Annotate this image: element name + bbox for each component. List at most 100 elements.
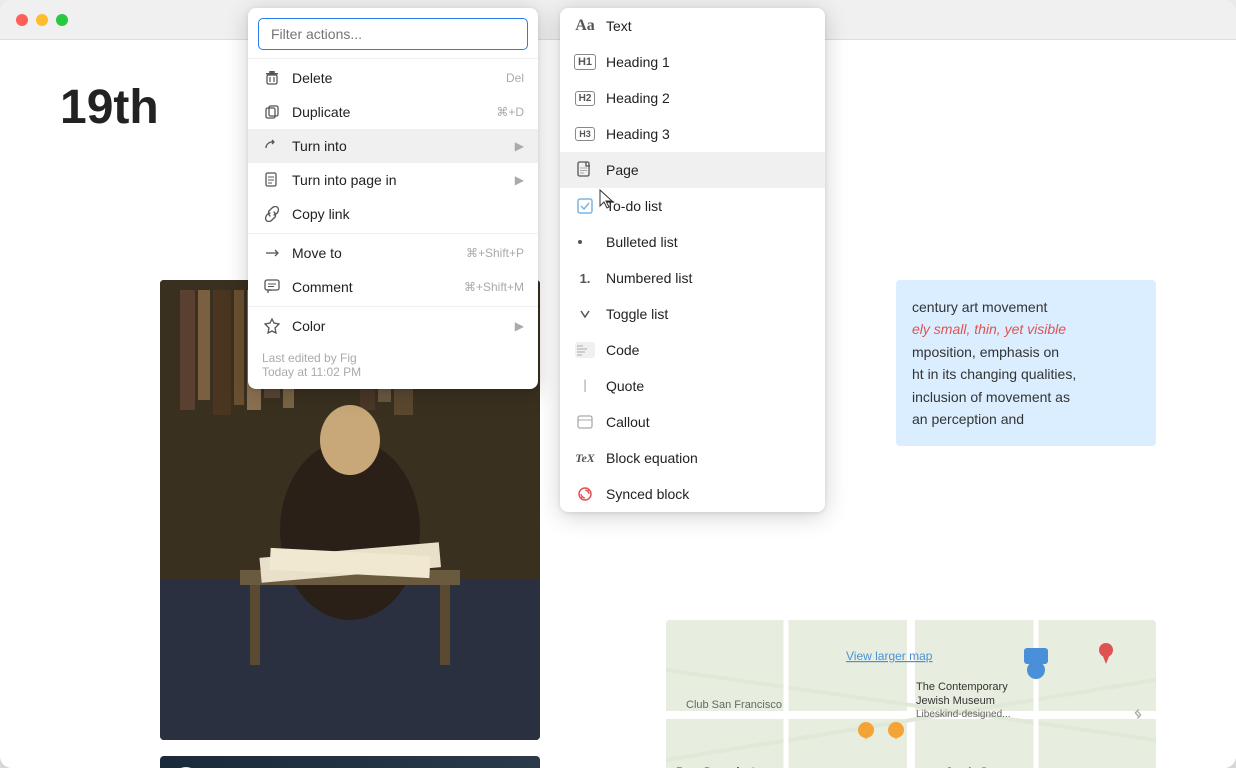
synced-label: Synced block — [606, 486, 689, 502]
menu-item-move-to[interactable]: Move to ⌘+Shift+P — [248, 236, 538, 270]
submenu-item-numbered[interactable]: 1. Numbered list — [560, 260, 825, 296]
h1-icon: H1 — [574, 51, 596, 73]
filter-input[interactable] — [258, 18, 528, 50]
h1-label: Heading 1 — [606, 54, 670, 70]
gallery-image-row: NAGAL Another side of Im... ••• — [160, 756, 540, 768]
copy-link-label: Copy link — [292, 206, 524, 222]
delete-shortcut: Del — [506, 71, 524, 85]
bg-text-line4: ht in its changing qualities, — [912, 366, 1076, 382]
numbered-icon: 1. — [574, 267, 596, 289]
context-menu: Delete Del Duplicate ⌘+D Turn into — [248, 8, 538, 389]
comment-shortcut: ⌘+Shift+M — [464, 280, 524, 294]
svg-text:Libeskind-designed...: Libeskind-designed... — [916, 709, 1011, 720]
submenu-item-h3[interactable]: H3 Heading 3 — [560, 116, 825, 152]
color-icon — [262, 316, 282, 336]
menu-divider-1 — [248, 58, 538, 59]
toggle-icon — [574, 303, 596, 325]
filter-input-wrap — [248, 8, 538, 56]
color-arrow-icon: ▶ — [515, 319, 524, 333]
bg-text-highlight: ely small, thin, yet visible — [912, 321, 1066, 337]
trash-icon — [262, 68, 282, 88]
turn-into-icon — [262, 136, 282, 156]
quote-icon: | — [574, 375, 596, 397]
submenu-item-quote[interactable]: | Quote — [560, 368, 825, 404]
comment-label: Comment — [292, 279, 454, 295]
bullet-icon — [574, 231, 596, 253]
todo-label: To-do list — [606, 198, 662, 214]
move-to-label: Move to — [292, 245, 456, 261]
minimize-button[interactable] — [36, 14, 48, 26]
map-area: Club San Francisco View larger map The C… — [666, 620, 1156, 768]
turn-into-page-in-label: Turn into page in — [292, 172, 505, 188]
svg-text:Jewish Museum: Jewish Museum — [916, 695, 995, 707]
duplicate-label: Duplicate — [292, 104, 486, 120]
turn-into-arrow-icon: ▶ — [515, 139, 524, 153]
move-to-shortcut: ⌘+Shift+P — [466, 246, 524, 260]
submenu-item-h2[interactable]: H2 Heading 2 — [560, 80, 825, 116]
h2-label: Heading 2 — [606, 90, 670, 106]
menu-item-delete[interactable]: Delete Del — [248, 61, 538, 95]
menu-divider-2 — [248, 233, 538, 234]
menu-item-turn-into[interactable]: Turn into ▶ — [248, 129, 538, 163]
submenu-item-equation[interactable]: TeX Block equation — [560, 440, 825, 476]
page-type-icon — [574, 159, 596, 181]
svg-text:View larger map: View larger map — [846, 649, 933, 663]
page-label: Page — [606, 162, 639, 178]
bg-text-line6: an perception and — [912, 411, 1024, 427]
submenu-item-page[interactable]: Page — [560, 152, 825, 188]
menu-item-color[interactable]: Color ▶ — [248, 309, 538, 343]
code-icon — [574, 339, 596, 361]
last-edited-line1: Last edited by Fig — [262, 351, 524, 365]
equation-icon: TeX — [574, 447, 596, 469]
text-type-icon: Aa — [574, 15, 596, 37]
menu-divider-3 — [248, 306, 538, 307]
text-label: Text — [606, 18, 632, 34]
bg-content-block: century art movement ely small, thin, ye… — [896, 280, 1156, 446]
h3-icon: H3 — [574, 123, 596, 145]
bg-text-line3: mposition, emphasis on — [912, 344, 1059, 360]
menu-item-turn-into-page-in[interactable]: Turn into page in ▶ — [248, 163, 538, 197]
todo-icon — [574, 195, 596, 217]
link-icon — [262, 204, 282, 224]
duplicate-shortcut: ⌘+D — [496, 105, 524, 119]
maximize-button[interactable] — [56, 14, 68, 26]
duplicate-icon — [262, 102, 282, 122]
quote-label: Quote — [606, 378, 644, 394]
svg-text:The Contemporary: The Contemporary — [916, 681, 1008, 693]
submenu-item-toggle[interactable]: Toggle list — [560, 296, 825, 332]
color-label: Color — [292, 318, 505, 334]
delete-label: Delete — [292, 70, 496, 86]
svg-text:Club San Francisco: Club San Francisco — [686, 699, 782, 711]
bulleted-label: Bulleted list — [606, 234, 678, 250]
svg-text:‹: ‹ — [1134, 702, 1140, 722]
menu-item-comment[interactable]: Comment ⌘+Shift+M — [248, 270, 538, 304]
synced-icon — [574, 483, 596, 505]
bg-text-line1: century art movement — [912, 299, 1047, 315]
callout-icon — [574, 411, 596, 433]
menu-footer: Last edited by Fig Today at 11:02 PM — [248, 343, 538, 389]
close-button[interactable] — [16, 14, 28, 26]
submenu-item-synced[interactable]: Synced block — [560, 476, 825, 512]
submenu-item-callout[interactable]: Callout — [560, 404, 825, 440]
numbered-label: Numbered list — [606, 270, 692, 286]
toggle-label: Toggle list — [606, 306, 668, 322]
submenu-item-code[interactable]: Code — [560, 332, 825, 368]
submenu-item-h1[interactable]: H1 Heading 1 — [560, 44, 825, 80]
turn-into-submenu: Aa Text H1 Heading 1 H2 Heading 2 H3 Hea… — [560, 8, 825, 512]
last-edited-line2: Today at 11:02 PM — [262, 365, 524, 379]
equation-label: Block equation — [606, 450, 698, 466]
submenu-item-bulleted[interactable]: Bulleted list — [560, 224, 825, 260]
bg-text-line5: inclusion of movement as — [912, 389, 1070, 405]
h3-label: Heading 3 — [606, 126, 670, 142]
h2-icon: H2 — [574, 87, 596, 109]
turn-into-label: Turn into — [292, 138, 505, 154]
menu-item-duplicate[interactable]: Duplicate ⌘+D — [248, 95, 538, 129]
menu-item-copy-link[interactable]: Copy link — [248, 197, 538, 231]
move-to-icon — [262, 243, 282, 263]
callout-label: Callout — [606, 414, 650, 430]
submenu-item-text[interactable]: Aa Text — [560, 8, 825, 44]
window: 19th century art movement ely small, thi… — [0, 0, 1236, 768]
code-label: Code — [606, 342, 639, 358]
submenu-item-todo[interactable]: To-do list — [560, 188, 825, 224]
comment-icon — [262, 277, 282, 297]
